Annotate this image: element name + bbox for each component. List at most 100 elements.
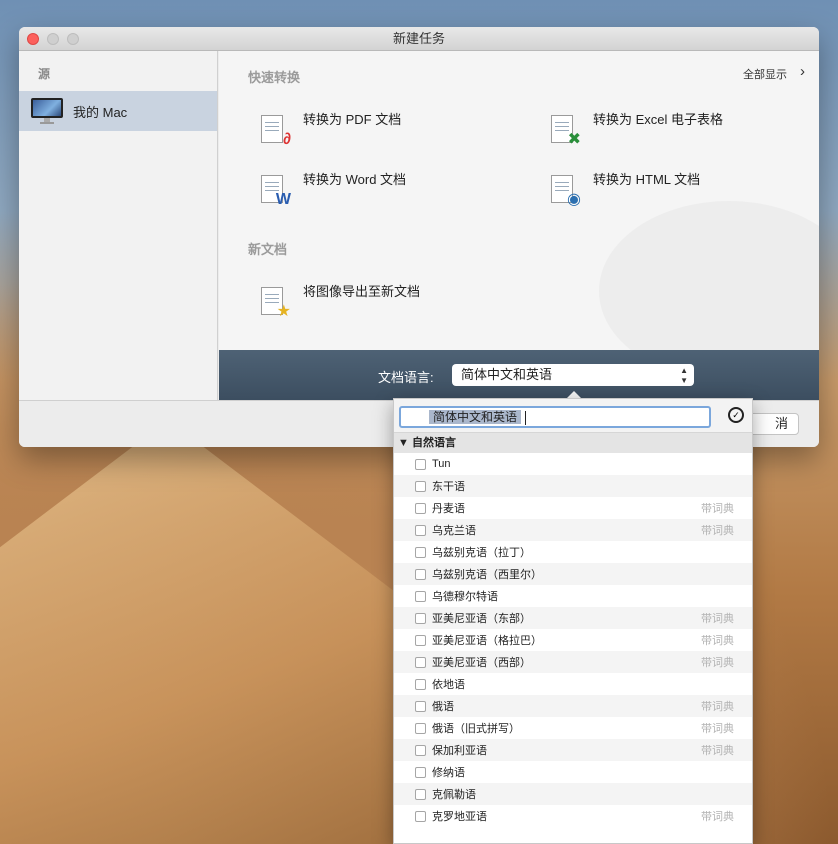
language-search-input[interactable]: 简体中文和英语 [399, 406, 711, 428]
language-name: 亚美尼亚语（格拉巴） [432, 635, 542, 647]
document-language-bar: 文档语言: 简体中文和英语 ▲ ▼ [219, 350, 819, 400]
language-checkbox[interactable] [415, 656, 426, 668]
document-language-label: 文档语言: [378, 370, 434, 385]
language-checkbox[interactable] [415, 502, 426, 514]
language-option[interactable]: 亚美尼亚语（西部） 带词典 [394, 651, 752, 673]
language-checkbox[interactable] [415, 678, 426, 690]
show-all-link[interactable]: 全部显示 [743, 66, 787, 82]
language-option[interactable]: 俄语（旧式拼写） 带词典 [394, 717, 752, 739]
chevron-right-icon[interactable]: › [800, 63, 805, 80]
dropdown-header: 简体中文和英语 ✓ [394, 399, 752, 433]
language-option[interactable]: 俄语 带词典 [394, 695, 752, 717]
language-checkbox[interactable] [415, 480, 426, 492]
language-checkbox[interactable] [415, 634, 426, 646]
convert-to-pdf-button[interactable]: ∂ 转换为 PDF 文档 [261, 109, 401, 149]
selected-language: 简体中文和英语 [461, 367, 553, 382]
language-option[interactable]: 东干语 [394, 475, 752, 497]
dictionary-badge: 带词典 [701, 635, 734, 647]
sidebar-item-my-mac[interactable]: 我的 Mac [19, 91, 217, 131]
confirm-check-icon[interactable]: ✓ [728, 407, 744, 423]
dictionary-badge: 带词典 [701, 503, 734, 515]
source-sidebar: 源 我的 Mac [19, 51, 218, 400]
language-checkbox[interactable] [415, 722, 426, 734]
language-name: 俄语（旧式拼写） [432, 723, 520, 735]
action-label: 转换为 Word 文档 [303, 172, 407, 187]
language-name: 乌兹别克语（拉丁） [432, 547, 531, 559]
language-name: 丹麦语 [432, 503, 465, 515]
new-task-window: 新建任务 源 我的 Mac 快速转换 全部显示 › ∂ 转换为 PDF 文档 ✖… [19, 27, 819, 447]
language-name: 乌德穆尔特语 [432, 591, 498, 603]
minimize-window-button[interactable] [47, 33, 59, 45]
language-option[interactable]: 乌克兰语 带词典 [394, 519, 752, 541]
language-option[interactable]: 修纳语 [394, 761, 752, 783]
language-option[interactable]: 保加利亚语 带词典 [394, 739, 752, 761]
language-checkbox[interactable] [415, 590, 426, 602]
section-quick-convert: 快速转换 [248, 70, 301, 85]
language-name: 保加利亚语 [432, 745, 487, 757]
language-option[interactable]: 乌兹别克语（拉丁） [394, 541, 752, 563]
language-list: Tun 东干语 丹麦语 带词典 乌克兰语 带词典 乌兹别克语（拉丁） 乌兹别克语（西里尔） 乌德… [394, 453, 752, 827]
action-label: 转换为 Excel 电子表格 [593, 112, 724, 127]
language-checkbox[interactable] [415, 744, 426, 756]
dictionary-badge: 带词典 [701, 525, 734, 537]
language-checkbox[interactable] [415, 458, 426, 470]
background-logo [599, 201, 819, 350]
language-option[interactable]: 亚美尼亚语（东部） 带词典 [394, 607, 752, 629]
language-checkbox[interactable] [415, 568, 426, 580]
task-content: 快速转换 全部显示 › ∂ 转换为 PDF 文档 ✖ 转换为 Excel 电子表… [219, 51, 819, 350]
language-checkbox[interactable] [415, 700, 426, 712]
word-doc-icon: W [261, 175, 291, 209]
html-doc-icon: ◉ [551, 175, 581, 209]
sidebar-header: 源 [38, 67, 51, 81]
action-label: 转换为 HTML 文档 [593, 172, 701, 187]
language-name: 俄语 [432, 701, 454, 713]
language-option[interactable]: 乌兹别克语（西里尔） [394, 563, 752, 585]
language-option[interactable]: 克佩勒语 [394, 783, 752, 805]
convert-to-excel-button[interactable]: ✖ 转换为 Excel 电子表格 [551, 109, 723, 149]
language-name: 乌兹别克语（西里尔） [432, 569, 542, 581]
action-label: 将图像导出至新文档 [303, 284, 421, 299]
window-titlebar: 新建任务 [19, 27, 819, 51]
language-name: 乌克兰语 [432, 525, 476, 537]
language-option[interactable]: 亚美尼亚语（格拉巴） 带词典 [394, 629, 752, 651]
language-name: 依地语 [432, 679, 465, 691]
window-title: 新建任务 [392, 31, 445, 46]
dictionary-badge: 带词典 [701, 613, 734, 625]
language-checkbox[interactable] [415, 788, 426, 800]
action-label: 转换为 PDF 文档 [303, 112, 402, 127]
group-header-natural-languages[interactable]: ▼ 自然语言 [394, 433, 752, 453]
language-checkbox[interactable] [415, 766, 426, 778]
language-option[interactable]: 克罗地亚语 带词典 [394, 805, 752, 827]
language-checkbox[interactable] [415, 546, 426, 558]
disclosure-triangle-icon: ▼ [398, 437, 409, 449]
language-name: 克佩勒语 [432, 789, 476, 801]
sidebar-item-label: 我的 Mac [73, 104, 128, 120]
document-language-select[interactable]: 简体中文和英语 ▲ ▼ [452, 364, 694, 386]
dictionary-badge: 带词典 [701, 701, 734, 713]
language-option[interactable]: 依地语 [394, 673, 752, 695]
language-name: 东干语 [432, 481, 465, 493]
convert-to-word-button[interactable]: W 转换为 Word 文档 [261, 169, 406, 209]
convert-to-html-button[interactable]: ◉ 转换为 HTML 文档 [551, 169, 700, 209]
export-image-to-doc-button[interactable]: ★ 将图像导出至新文档 [261, 281, 420, 321]
language-name: 亚美尼亚语（西部） [432, 657, 531, 669]
updown-arrows-icon: ▲ ▼ [680, 366, 688, 385]
section-new-doc: 新文档 [248, 242, 288, 257]
close-window-button[interactable] [27, 33, 39, 45]
language-name: 克罗地亚语 [432, 811, 487, 823]
language-name: 亚美尼亚语（东部） [432, 613, 531, 625]
dictionary-badge: 带词典 [701, 745, 734, 757]
language-option[interactable]: 乌德穆尔特语 [394, 585, 752, 607]
language-option[interactable]: Tun [394, 453, 752, 475]
image-doc-icon: ★ [261, 287, 291, 321]
language-dropdown: 简体中文和英语 ✓ ▼ 自然语言 Tun 东干语 丹麦语 带词典 乌克兰语 带词典 乌兹别克… [393, 398, 753, 844]
dictionary-badge: 带词典 [701, 657, 734, 669]
zoom-window-button[interactable] [67, 33, 79, 45]
pdf-doc-icon: ∂ [261, 115, 291, 149]
language-checkbox[interactable] [415, 612, 426, 624]
language-option[interactable]: 丹麦语 带词典 [394, 497, 752, 519]
search-input-value: 简体中文和英语 [429, 410, 522, 424]
language-name: 修纳语 [432, 767, 465, 779]
language-checkbox[interactable] [415, 524, 426, 536]
language-checkbox[interactable] [415, 810, 426, 822]
